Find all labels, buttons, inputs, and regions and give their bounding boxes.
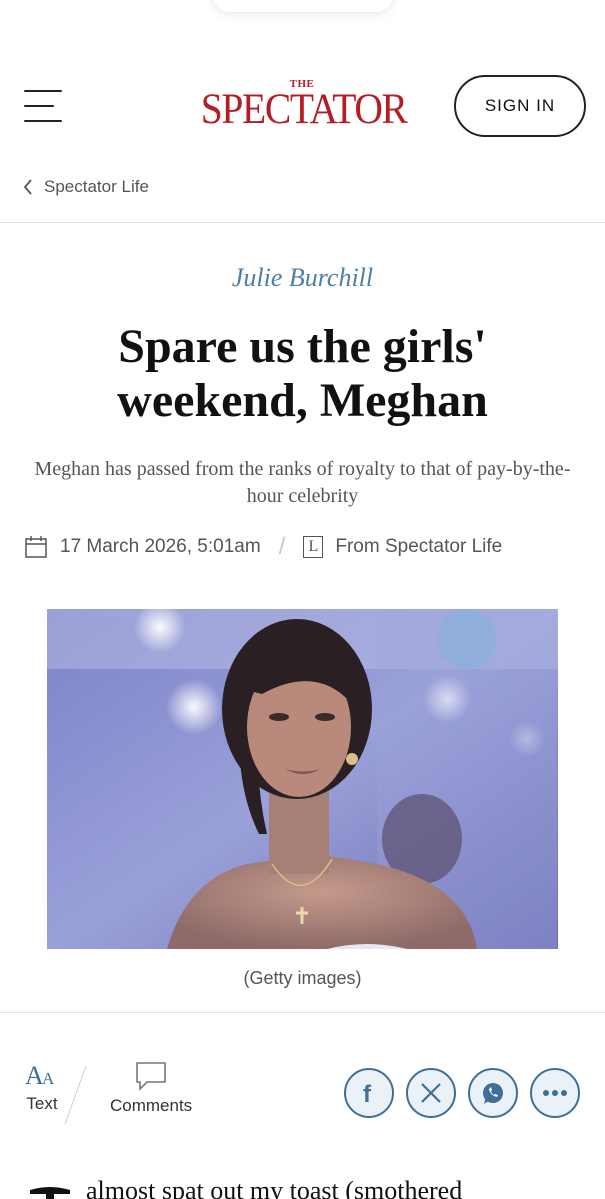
x-share-button[interactable]	[406, 1068, 456, 1118]
article-body-text: almost spat out my toast (smothered	[86, 1176, 463, 1199]
x-icon	[421, 1083, 441, 1103]
breadcrumb[interactable]: Spectator Life	[22, 176, 149, 198]
article-meta: 17 March 2026, 5:01am / L From Spectator…	[24, 532, 502, 562]
facebook-share-button[interactable]: f	[344, 1068, 394, 1118]
top-handle	[213, 0, 393, 12]
facebook-icon: f	[363, 1081, 372, 1105]
meta-separator: /	[278, 533, 286, 560]
sign-in-button[interactable]: SIGN IN	[454, 75, 586, 137]
more-share-button[interactable]	[530, 1068, 580, 1118]
spectator-life-icon: L	[303, 536, 324, 558]
svg-text:A: A	[42, 1069, 55, 1088]
article-standfirst: Meghan has passed from the ranks of roya…	[34, 458, 571, 507]
calendar-icon	[25, 536, 47, 558]
menu-icon[interactable]	[24, 88, 62, 124]
comment-icon	[136, 1062, 166, 1091]
more-icon	[543, 1090, 567, 1096]
image-caption: (Getty images)	[243, 968, 362, 988]
article-image	[47, 609, 558, 949]
chevron-left-icon	[23, 179, 32, 195]
text-size-button[interactable]: A A Text	[24, 1060, 60, 1114]
svg-text:f: f	[363, 1081, 372, 1105]
breadcrumb-label: Spectator Life	[44, 177, 149, 196]
whatsapp-icon	[483, 1083, 503, 1104]
article-headline: Spare us the girls' weekend, Meghan	[117, 320, 488, 427]
comments-label: Comments	[110, 1096, 193, 1115]
source-link[interactable]: From Spectator Life	[335, 536, 502, 558]
toolbar-separator	[64, 1065, 87, 1125]
divider	[0, 222, 605, 223]
author-name[interactable]: Julie Burchill	[0, 263, 605, 293]
whatsapp-share-button[interactable]	[468, 1068, 518, 1118]
logo-wordmark: SPECTATOR	[200, 86, 408, 133]
publish-date: 17 March 2026, 5:01am	[60, 536, 261, 557]
site-header: THE SPECTATOR SIGN IN	[0, 60, 605, 160]
divider	[0, 1012, 605, 1013]
comments-button[interactable]: Comments	[110, 1060, 192, 1116]
text-label: Text	[26, 1094, 58, 1113]
drop-cap-i	[30, 1187, 70, 1199]
spectator-logo[interactable]: THE SPECTATOR	[192, 78, 412, 134]
text-size-icon: A A	[25, 1061, 55, 1090]
